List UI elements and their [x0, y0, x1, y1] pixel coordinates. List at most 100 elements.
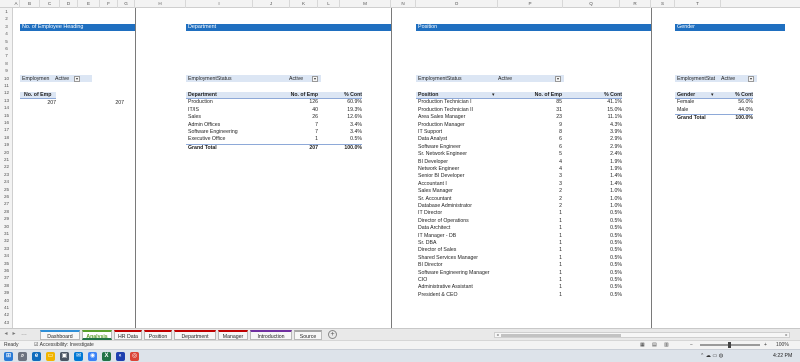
add-sheet-icon[interactable]: +	[328, 330, 337, 339]
system-tray[interactable]: ⌃ ☁ ▭ ◍	[700, 350, 723, 362]
sheet-tab-introduction[interactable]: Introduction	[250, 330, 292, 340]
column-header-n[interactable]: N	[391, 0, 416, 8]
row-header[interactable]: 22	[0, 163, 13, 170]
taskbar-clock[interactable]: 4:22 PM	[773, 350, 792, 362]
column-header-i[interactable]: I	[186, 0, 253, 8]
row-header[interactable]: 3	[0, 23, 13, 30]
column-header-s[interactable]: S	[651, 0, 675, 8]
column-header-k[interactable]: K	[290, 0, 318, 8]
row-header[interactable]: 40	[0, 297, 13, 304]
start-icon[interactable]: ⊞	[4, 352, 13, 361]
row-header[interactable]: 43	[0, 319, 13, 326]
column-header-e[interactable]: E	[78, 0, 100, 8]
sheet-tab-hr-data[interactable]: HR Data	[114, 330, 142, 340]
scroll-left-icon[interactable]: ◂	[495, 333, 500, 337]
position-cell: Administrative Assistant	[418, 284, 473, 291]
position-field-dropdown-icon[interactable]: ▾	[492, 92, 498, 99]
row-header[interactable]: 12	[0, 89, 13, 96]
row-header[interactable]: 4	[0, 30, 13, 37]
row-header[interactable]: 17	[0, 126, 13, 133]
app-icon[interactable]: ◐	[116, 352, 125, 361]
mail-icon[interactable]: ✉	[74, 352, 83, 361]
row-header[interactable]: 6	[0, 45, 13, 52]
row-header[interactable]: 19	[0, 141, 13, 148]
horizontal-scroll-thumb[interactable]	[501, 334, 621, 337]
next-sheet-icon[interactable]: ▸	[10, 330, 18, 339]
sheet-tab-position[interactable]: Position	[144, 330, 172, 340]
row-header[interactable]: 38	[0, 282, 13, 289]
column-header-j[interactable]: J	[253, 0, 290, 8]
column-header-c[interactable]: C	[40, 0, 60, 8]
sheet-tab-manager[interactable]: Manager	[218, 330, 248, 340]
column-header-m[interactable]: M	[340, 0, 391, 8]
row-header[interactable]: 28	[0, 208, 13, 215]
employee-filter-dropdown-icon[interactable]: ▾	[74, 76, 80, 82]
row-header[interactable]: 24	[0, 178, 13, 185]
column-header-f[interactable]: F	[100, 0, 118, 8]
row-header[interactable]: 7	[0, 52, 13, 59]
file-explorer-icon[interactable]: ▭	[46, 352, 55, 361]
sheet-tab-department[interactable]: Department	[174, 330, 216, 340]
row-header[interactable]: 20	[0, 149, 13, 156]
column-header-q[interactable]: Q	[563, 0, 620, 8]
row-header[interactable]: 31	[0, 230, 13, 237]
row-header[interactable]: 11	[0, 82, 13, 89]
row-header[interactable]: 23	[0, 171, 13, 178]
zoom-slider[interactable]	[700, 342, 760, 348]
previous-sheet-icon[interactable]: ◂	[2, 330, 10, 339]
row-header[interactable]: 9	[0, 67, 13, 74]
row-header[interactable]: 8	[0, 60, 13, 67]
column-header-r[interactable]: R	[620, 0, 651, 8]
gender-filter-dropdown-icon[interactable]: ▾	[748, 76, 754, 82]
store-icon[interactable]: ▣	[60, 352, 69, 361]
row-header[interactable]: 36	[0, 267, 13, 274]
column-header-l[interactable]: L	[318, 0, 340, 8]
row-header[interactable]: 16	[0, 119, 13, 126]
more-sheets-icon[interactable]: …	[20, 330, 28, 339]
column-header-h[interactable]: H	[135, 0, 186, 8]
row-header[interactable]: 25	[0, 186, 13, 193]
department-filter-dropdown-icon[interactable]: ▾	[312, 76, 318, 82]
excel-icon[interactable]: X	[102, 352, 111, 361]
column-header-a[interactable]: A	[13, 0, 20, 8]
column-header-g[interactable]: G	[118, 0, 135, 8]
row-header[interactable]: 13	[0, 97, 13, 104]
search-icon[interactable]: ⌕	[18, 352, 27, 361]
row-header[interactable]: 41	[0, 304, 13, 311]
sheet-tab-analysis[interactable]: Analysis	[82, 330, 112, 340]
zoom-knob[interactable]	[728, 342, 731, 348]
row-header[interactable]: 14	[0, 104, 13, 111]
row-header[interactable]: 15	[0, 112, 13, 119]
edge-icon[interactable]: e	[32, 352, 41, 361]
row-header[interactable]: 33	[0, 245, 13, 252]
row-header[interactable]: 39	[0, 289, 13, 296]
row-header[interactable]: 26	[0, 193, 13, 200]
row-header[interactable]: 2	[0, 15, 13, 22]
row-header[interactable]: 18	[0, 134, 13, 141]
row-header[interactable]: 10	[0, 75, 13, 82]
row-header[interactable]: 1	[0, 8, 13, 15]
column-header-p[interactable]: P	[498, 0, 563, 8]
row-header[interactable]: 37	[0, 274, 13, 281]
row-header[interactable]: 5	[0, 38, 13, 45]
position-filter-dropdown-icon[interactable]: ▾	[555, 76, 561, 82]
row-header[interactable]: 30	[0, 223, 13, 230]
row-header[interactable]: 34	[0, 252, 13, 259]
column-header-o[interactable]: O	[416, 0, 498, 8]
row-header[interactable]: 27	[0, 200, 13, 207]
column-header-d[interactable]: D	[60, 0, 78, 8]
column-header-b[interactable]: B	[20, 0, 40, 8]
horizontal-scrollbar[interactable]: ◂ ▸	[494, 332, 790, 338]
sheet-tab-source[interactable]: Source	[294, 330, 322, 340]
gender-field-dropdown-icon[interactable]: ▾	[711, 92, 717, 99]
photos-icon[interactable]: ◉	[88, 352, 97, 361]
row-header[interactable]: 42	[0, 311, 13, 318]
row-header[interactable]: 29	[0, 215, 13, 222]
scroll-right-icon[interactable]: ▸	[784, 333, 789, 337]
row-header[interactable]: 32	[0, 237, 13, 244]
chrome-icon[interactable]: ◎	[130, 352, 139, 361]
row-header[interactable]: 35	[0, 260, 13, 267]
column-header-t[interactable]: T	[675, 0, 721, 8]
sheet-tab-dashboard[interactable]: Dashboard	[40, 330, 80, 340]
row-header[interactable]: 21	[0, 156, 13, 163]
